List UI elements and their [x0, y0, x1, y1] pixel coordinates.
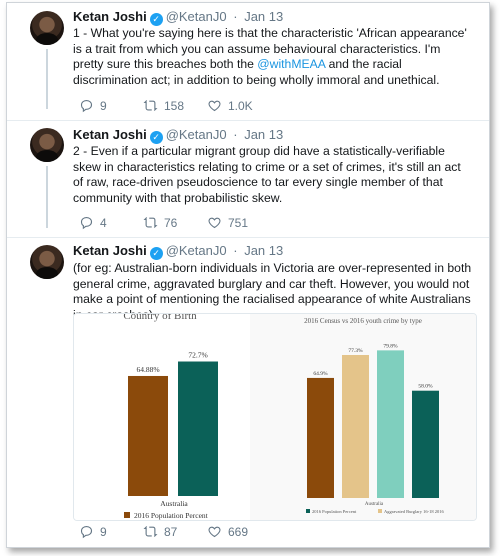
- chart-bar: [307, 377, 334, 498]
- data-label: 64.88%: [136, 365, 159, 374]
- tweet-date[interactable]: Jan 13: [244, 9, 283, 24]
- retweet-icon: [143, 100, 158, 111]
- reply-icon: [80, 216, 93, 230]
- retweet-icon: [143, 217, 158, 228]
- chart-image-card[interactable]: Country of Birth 64.88% 72.7% Australia 2016…: [73, 313, 477, 521]
- retweet-count: 158: [164, 98, 185, 113]
- legend-swatch: [306, 509, 310, 513]
- separator: ·: [233, 9, 238, 24]
- data-label: 58.0%: [418, 384, 433, 390]
- display-name[interactable]: Ketan Joshi: [73, 243, 147, 258]
- separator: ·: [233, 127, 238, 142]
- x-axis-label: Australia: [365, 502, 384, 507]
- like-icon: [208, 217, 221, 229]
- reply-count: 9: [100, 524, 107, 539]
- like-icon: [208, 526, 221, 538]
- mention-link[interactable]: @withMEAA: [257, 57, 325, 71]
- tweet-date[interactable]: Jan 13: [244, 127, 283, 142]
- charts-svg: Country of Birth 64.88% 72.7% Australia 2016…: [74, 314, 476, 520]
- chart-title: 2016 Census vs 2016 youth crime by type: [304, 317, 422, 325]
- thread-connector: [46, 166, 48, 228]
- like-count: 669: [228, 524, 249, 539]
- retweet-count: 87: [164, 524, 178, 539]
- data-label: 77.3%: [348, 348, 363, 354]
- like-button[interactable]: 1.0K: [207, 98, 253, 113]
- tweet-header: Ketan Joshi ✓ @KetanJ0 · Jan 13: [73, 9, 283, 26]
- tweet-text: 2 - Even if a particular migrant group d…: [73, 144, 461, 205]
- avatar[interactable]: [30, 245, 64, 279]
- reply-button[interactable]: 4: [79, 215, 107, 230]
- display-name[interactable]: Ketan Joshi: [73, 127, 147, 142]
- legend-label: 2016 Population Percent: [134, 511, 209, 520]
- chart-bar: [128, 375, 168, 496]
- retweet-button[interactable]: 76: [143, 215, 177, 230]
- user-handle[interactable]: @KetanJ0: [166, 9, 227, 24]
- user-handle[interactable]: @KetanJ0: [166, 243, 227, 258]
- data-label: 79.8%: [383, 343, 398, 349]
- legend-swatch: [124, 512, 130, 518]
- like-count: 751: [228, 215, 249, 230]
- avatar[interactable]: [30, 11, 64, 45]
- x-axis-label: Australia: [160, 499, 188, 508]
- tweet-date[interactable]: Jan 13: [244, 243, 283, 258]
- avatar[interactable]: [30, 128, 64, 162]
- data-label: 64.9%: [313, 371, 328, 377]
- chart-title: Country of Birth: [123, 314, 197, 322]
- chart-bar: [342, 354, 369, 498]
- retweet-button[interactable]: 158: [143, 98, 184, 113]
- reply-icon: [80, 525, 93, 539]
- reply-button[interactable]: 9: [79, 524, 107, 539]
- retweet-icon: [143, 526, 158, 537]
- retweet-count: 76: [164, 215, 178, 230]
- chart-bar: [178, 361, 218, 496]
- retweet-button[interactable]: 87: [143, 524, 177, 539]
- chart-bar: [412, 390, 439, 498]
- chart-bar: [377, 350, 404, 498]
- thread-connector: [46, 49, 48, 109]
- divider: [7, 237, 489, 238]
- like-button[interactable]: 669: [207, 524, 248, 539]
- legend-label: 2016 Population Percent: [312, 509, 357, 514]
- like-count: 1.0K: [228, 98, 253, 113]
- tweet-thread: Ketan Joshi ✓ @KetanJ0 · Jan 13 1 - What y…: [6, 2, 490, 548]
- data-label: 72.7%: [188, 351, 207, 360]
- tweet-header: Ketan Joshi ✓ @KetanJ0 · Jan 13: [73, 243, 283, 260]
- divider: [7, 120, 489, 121]
- separator: ·: [233, 243, 238, 258]
- display-name[interactable]: Ketan Joshi: [73, 9, 147, 24]
- legend-swatch: [378, 509, 382, 513]
- like-button[interactable]: 751: [207, 215, 248, 230]
- reply-count: 9: [100, 98, 107, 113]
- tweet-header: Ketan Joshi ✓ @KetanJ0 · Jan 13: [73, 127, 283, 144]
- user-handle[interactable]: @KetanJ0: [166, 127, 227, 142]
- verified-badge-icon: ✓: [149, 131, 163, 144]
- reply-icon: [80, 99, 93, 113]
- reply-button[interactable]: 9: [79, 98, 107, 113]
- verified-badge-icon: ✓: [149, 247, 163, 260]
- verified-badge-icon: ✓: [149, 13, 163, 26]
- reply-count: 4: [100, 215, 107, 230]
- legend-label: Aggravated Burglary 16-18 2016: [384, 509, 445, 514]
- like-icon: [208, 100, 221, 112]
- tweet-text: 1 - What you're saying here is that the …: [73, 26, 473, 88]
